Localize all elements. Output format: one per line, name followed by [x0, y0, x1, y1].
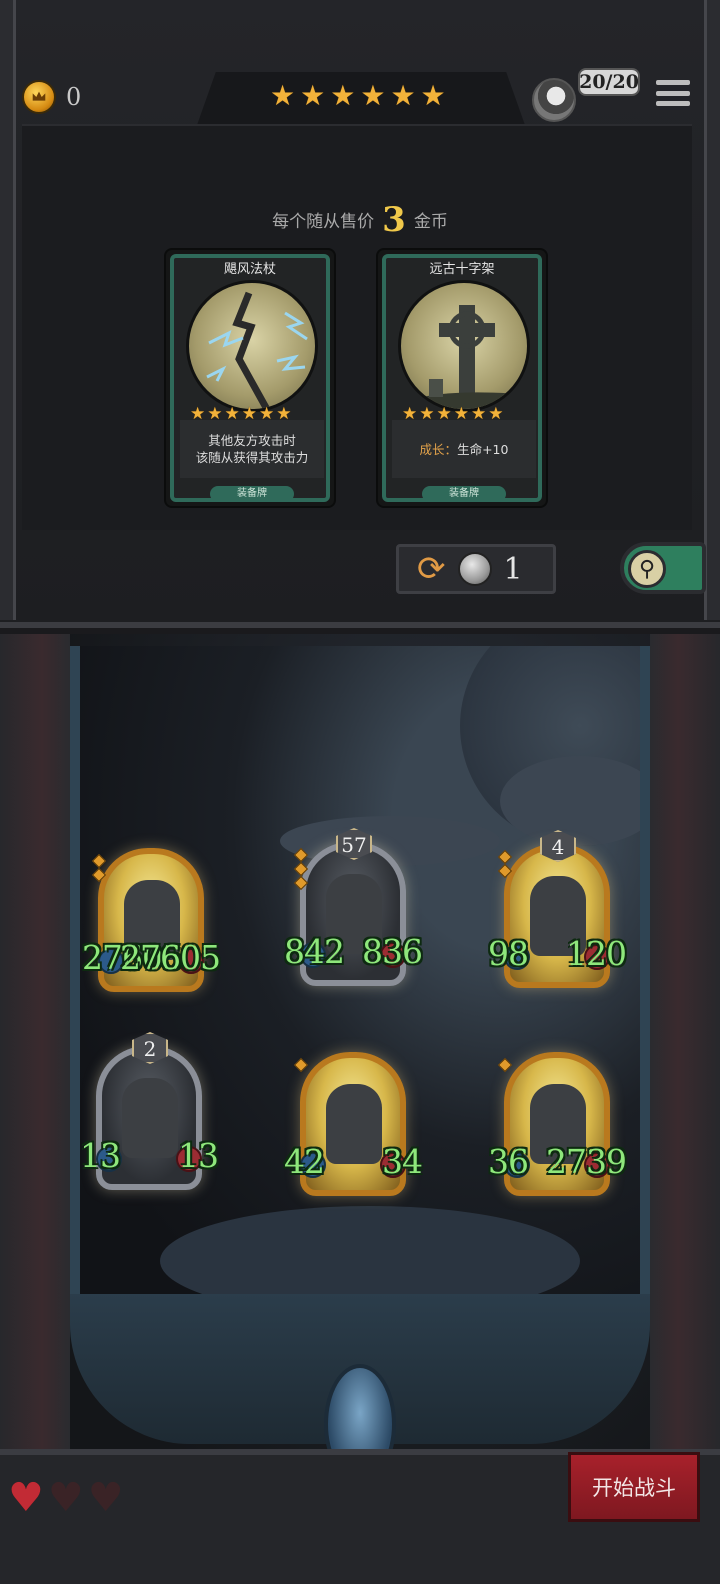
board-minion[interactable]: 27605 27605 [82, 842, 221, 992]
card-desc-line: 其他友方攻击时 [208, 433, 296, 448]
card-title: 飓风法杖 [223, 262, 276, 277]
lost-life-heart-icon: ♥ [87, 1475, 124, 1521]
board-minion[interactable]: 2 13 13 [80, 1032, 219, 1190]
life-heart-icon: ♥ [8, 1475, 44, 1521]
menu-button[interactable] [656, 76, 690, 110]
wall-right [650, 634, 720, 1454]
menu-bar-icon [656, 101, 690, 106]
minion-health: 2739 [546, 1142, 627, 1181]
card-description: 其他友方攻击时 该随从获得其攻击力 [180, 420, 324, 478]
minion-health: 836 [362, 932, 423, 971]
minion-portrait [122, 1078, 178, 1158]
gold-counter: 0 [22, 80, 81, 114]
shop-frame-left [0, 0, 16, 620]
minion-attack: 98 [488, 934, 529, 973]
equipment-pip-icon [293, 1057, 309, 1073]
cross-art-icon [398, 280, 530, 412]
star-icon: ★ [360, 79, 386, 112]
sell-price-text: 每个随从售价 3 金币 [0, 200, 720, 240]
star-icon: ★ [330, 79, 356, 112]
board-minion[interactable]: 42 34 [284, 1046, 423, 1196]
equipment-pip-icon [497, 849, 513, 865]
refresh-icon: ⟳ [417, 549, 446, 589]
shop-frame-right [704, 0, 720, 620]
star-icon: ★ [300, 79, 326, 112]
minion-health: 27605 [120, 938, 221, 977]
start-battle-button[interactable]: 开始战斗 [568, 1452, 700, 1522]
minion-health: 34 [382, 1142, 423, 1181]
shop-tier-stars: ★ ★ ★ ★ ★ ★ [270, 82, 446, 110]
lives-indicator: ♥ ♥ ♥ [8, 1476, 124, 1520]
search-button[interactable]: ⚲ [620, 542, 706, 594]
minion-portrait [326, 1084, 382, 1164]
star-icon: ★ [420, 79, 446, 112]
gold-amount: 0 [66, 83, 82, 111]
card-grow-label: 成长： [419, 441, 458, 457]
sell-price-prefix: 每个随从售价 [272, 212, 375, 232]
equipment-pip-icon [293, 847, 309, 863]
star-icon: ★ [390, 79, 416, 112]
card-grow-value: 生命+10 [457, 441, 509, 457]
minion-attack: 42 [284, 1142, 325, 1181]
card-desc-line: 该随从获得其攻击力 [195, 450, 309, 465]
wall-left [0, 634, 70, 1454]
crown-coin-icon [22, 80, 56, 114]
minion-attack: 842 [284, 932, 345, 971]
menu-bar-icon [656, 90, 690, 96]
equipment-pip-icon [497, 1057, 513, 1073]
population-badge: 20/20 [578, 68, 640, 96]
equipment-pip-icon [91, 853, 107, 869]
shop-card-ancient-cross[interactable]: 远古十字架 ★ ★ ★ ★ ★ ★ 成长：生命+10 装备牌 [376, 248, 548, 508]
player-avatar[interactable] [532, 78, 576, 122]
refresh-cost: 1 [503, 551, 523, 587]
card-type-tag: 装备牌 [210, 486, 294, 502]
minion-health: 13 [178, 1136, 219, 1175]
board-minion[interactable]: 57 842 836 [284, 828, 423, 986]
menu-bar-icon [656, 80, 690, 85]
minion-health: 120 [566, 934, 627, 973]
shop-card-hurricane-staff[interactable]: 飓风法杖 ★ ★ ★ ★ ★ ★ 其他友方攻击时 该随从获得其攻击力 装备牌 [164, 248, 336, 508]
lost-life-heart-icon: ♥ [47, 1475, 84, 1521]
shop-panel: 0 ★ ★ ★ ★ ★ ★ 20/20 每个随从售价 3 金币 飓风法杖 ★ ★ ★ ★ ★ ★ 其他友 [0, 0, 720, 628]
cloud-decoration [500, 756, 640, 846]
silver-coin-icon [457, 552, 492, 586]
card-type-tag: 装备牌 [422, 486, 506, 502]
sell-price-value: 3 [382, 200, 406, 240]
minion-attack: 36 [488, 1142, 529, 1181]
board-minion[interactable]: 4 98 120 [488, 830, 627, 988]
sell-price-suffix: 金币 [413, 212, 448, 232]
star-icon: ★ [270, 79, 296, 112]
board-minion[interactable]: 36 2739 [488, 1046, 627, 1196]
minion-attack: 13 [80, 1136, 121, 1175]
magnifier-icon: ⚲ [628, 550, 666, 588]
card-description: 成长：生命+10 [392, 420, 536, 478]
refresh-shop-button[interactable]: ⟳ 1 [396, 544, 556, 594]
card-title: 远古十字架 [429, 262, 495, 277]
mirror-backdrop [70, 646, 650, 1346]
staff-art-icon [186, 280, 318, 412]
shop-area [22, 124, 692, 530]
